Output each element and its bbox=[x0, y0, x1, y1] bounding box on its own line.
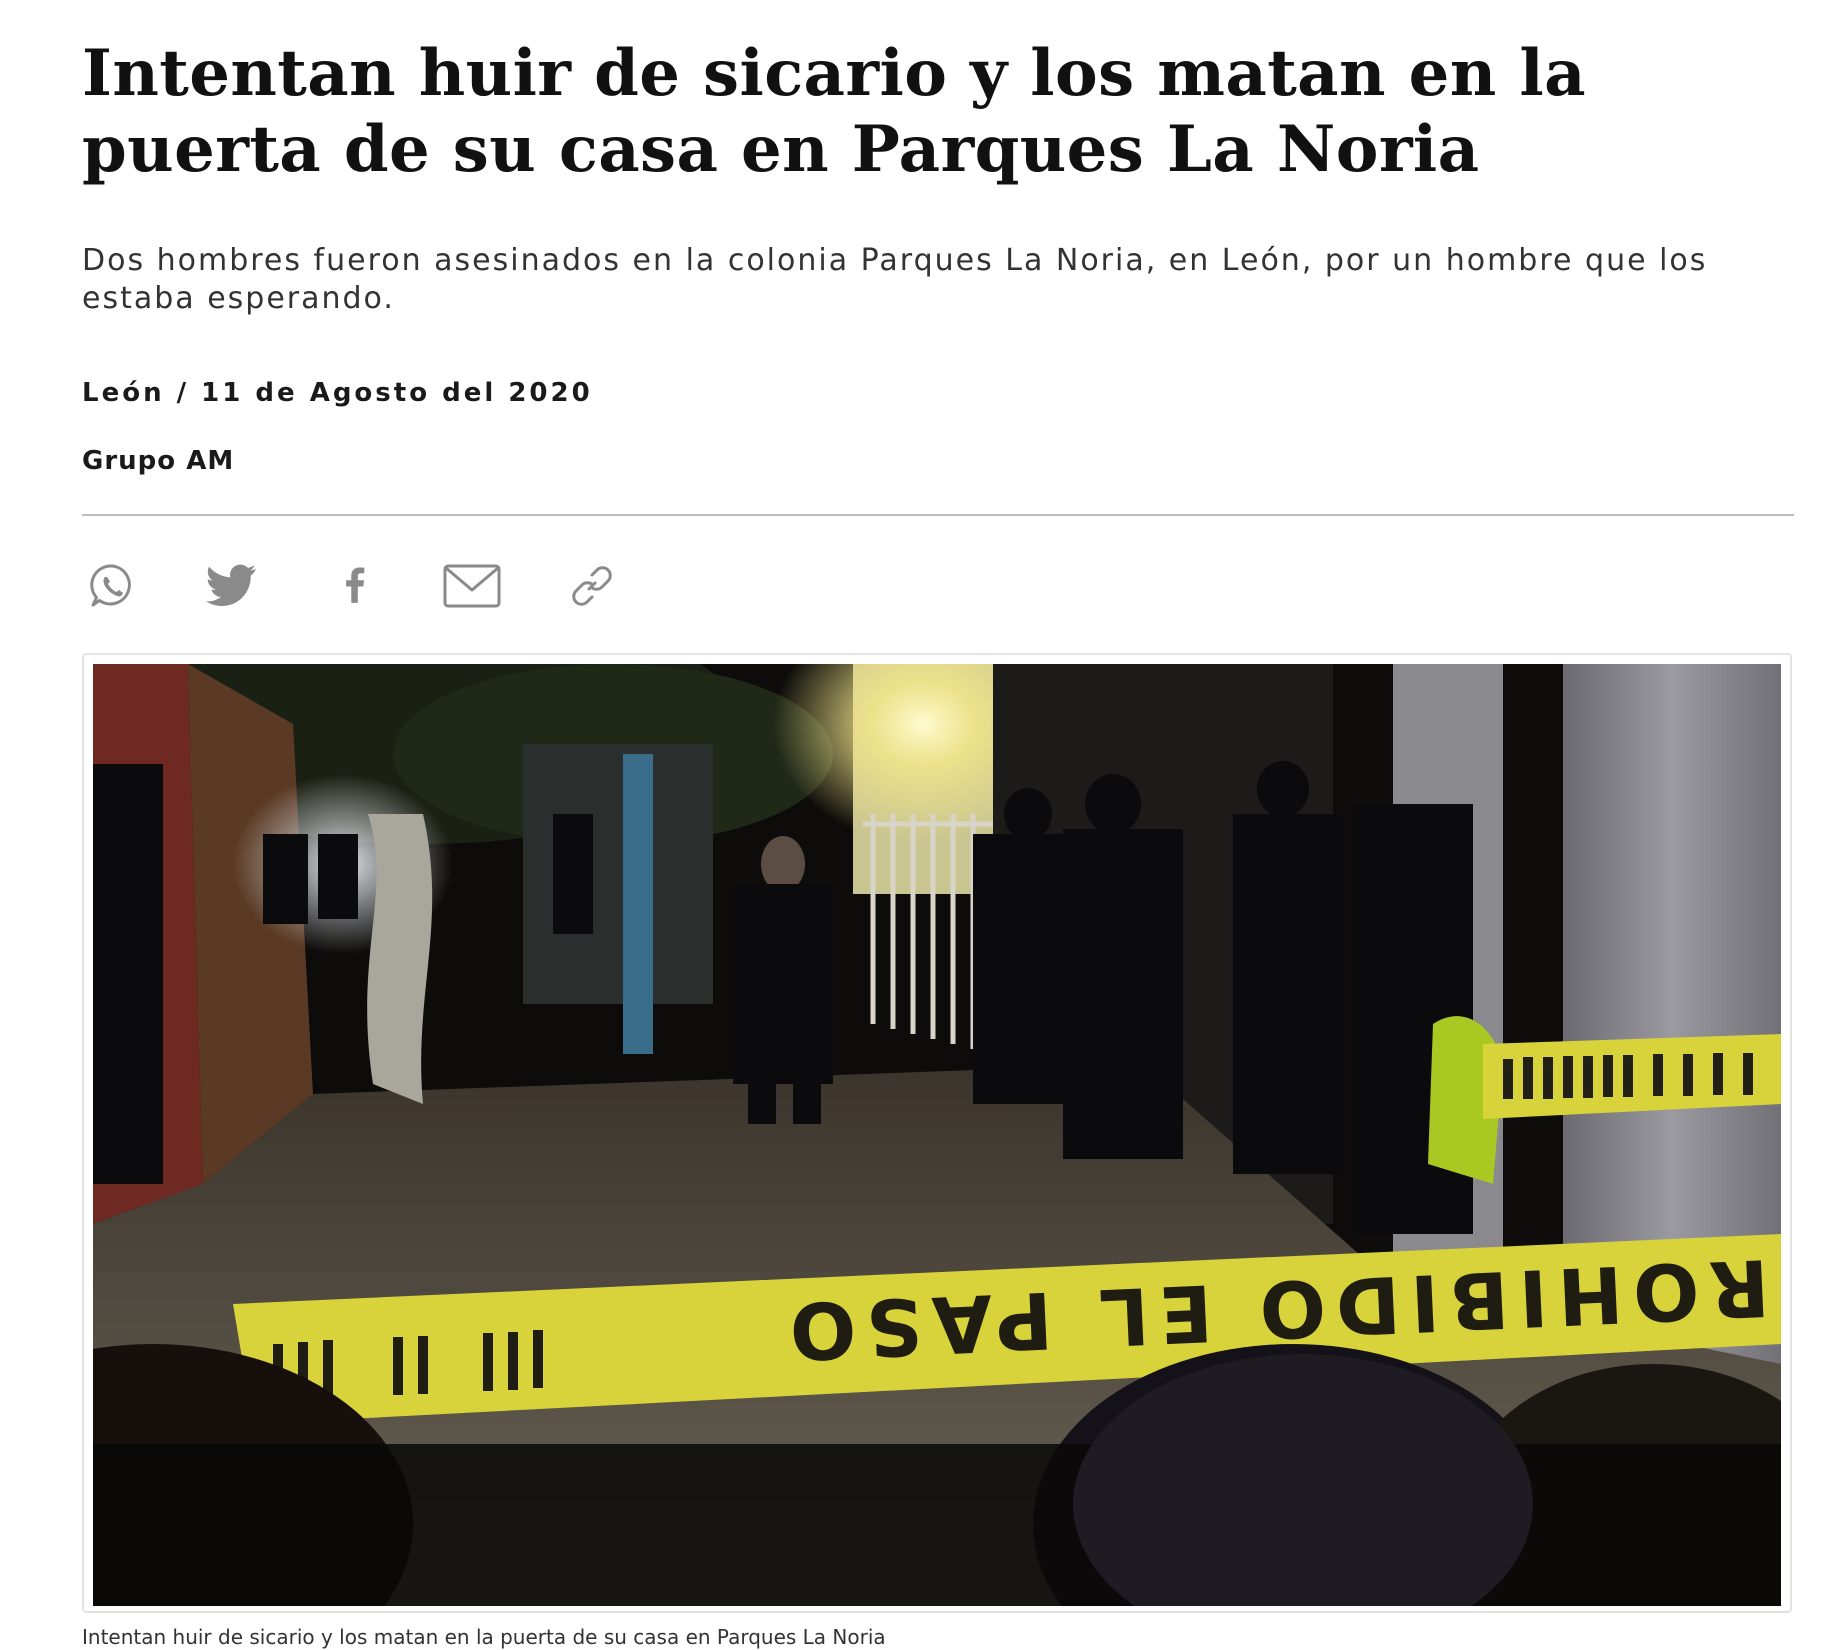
article-figure: ROHIBIDO EL PASO bbox=[82, 653, 1792, 1613]
whatsapp-icon bbox=[90, 564, 131, 607]
link-icon bbox=[572, 566, 612, 606]
article-headline: Intentan huir de sicario y los matan en … bbox=[82, 36, 1586, 187]
share-bar bbox=[82, 556, 682, 616]
share-whatsapp-button[interactable] bbox=[82, 556, 142, 616]
article-subtitle: Dos hombres fueron asesinados en la colo… bbox=[82, 243, 1708, 316]
share-link-button[interactable] bbox=[562, 556, 622, 616]
facebook-icon bbox=[346, 567, 365, 603]
article-dateline: León / 11 de Agosto del 2020 bbox=[82, 378, 593, 408]
share-email-button[interactable] bbox=[442, 556, 502, 616]
twitter-icon bbox=[206, 564, 257, 606]
header-divider bbox=[82, 514, 1794, 516]
share-twitter-button[interactable] bbox=[202, 556, 262, 616]
figure-caption: Intentan huir de sicario y los matan en … bbox=[82, 1625, 886, 1649]
share-facebook-button[interactable] bbox=[322, 556, 382, 616]
email-icon bbox=[443, 564, 501, 608]
article-photo[interactable]: ROHIBIDO EL PASO bbox=[93, 664, 1781, 1606]
article-author[interactable]: Grupo AM bbox=[82, 444, 1794, 478]
article: Intentan huir de sicario y los matan en … bbox=[82, 0, 1794, 1649]
